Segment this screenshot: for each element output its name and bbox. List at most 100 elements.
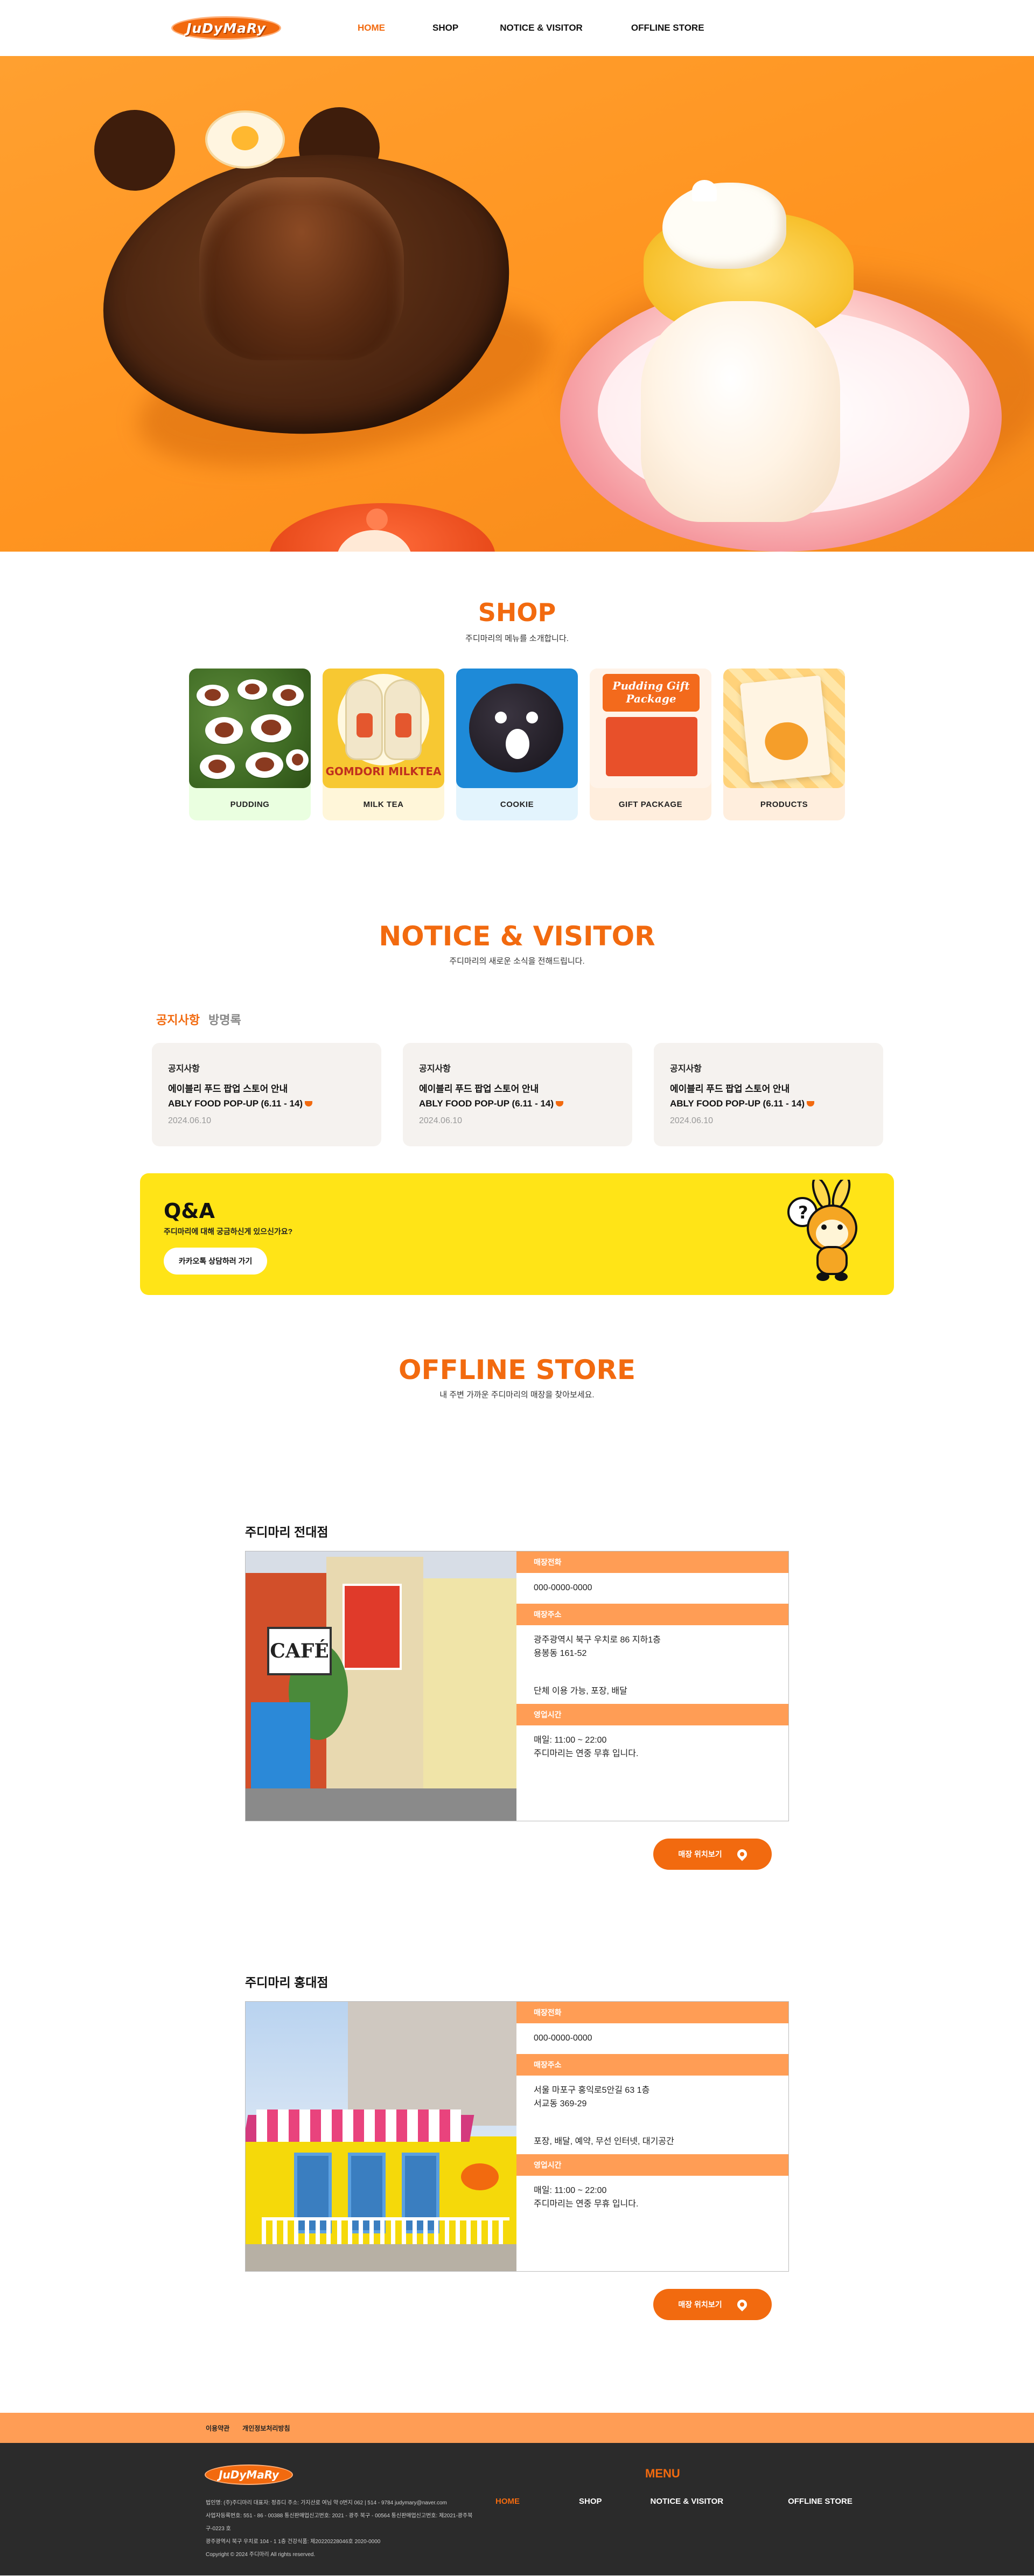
notice-headline-text: ABLY FOOD POP-UP (6.11 - 14): [168, 1098, 303, 1109]
notice-title: NOTICE & VISITOR: [379, 921, 655, 952]
store-services: 단체 이용 가능, 포장, 배달: [534, 1687, 627, 1696]
main-nav: HOME SHOP NOTICE & VISITOR OFFLINE STORE: [358, 23, 704, 33]
dish: [237, 679, 267, 700]
info-header-phone: 매장전화: [516, 1551, 788, 1573]
notice-headline: 에이블리 푸드 팝업 스토어 안내: [168, 1084, 288, 1094]
store-hours: 매일: 11:00 ~ 22:00 주디마리는 연중 무휴 입니다.: [516, 1725, 788, 1770]
tab-guestbook[interactable]: 방명록: [208, 1011, 241, 1028]
gift-box: [606, 717, 697, 776]
cookie-mouth: [506, 729, 529, 759]
shop-card-label: PUDDING: [230, 799, 270, 809]
company-info: 법인명: (주)주디마리 대표자: 정쥬디 주소: 가지산로 여님 약 0번지 …: [206, 2497, 486, 2561]
cookie-image: [456, 669, 578, 788]
shop-card-cookie[interactable]: COOKIE: [456, 669, 578, 820]
shop-card-label: PRODUCTS: [760, 799, 808, 809]
figure-hair: [366, 509, 388, 530]
footer-links-bar: 이용약관 개인정보처리방침: [0, 2413, 1034, 2443]
notice-card[interactable]: 공지사항 에이블리 푸드 팝업 스토어 안내 ABLY FOOD POP-UP …: [152, 1043, 381, 1146]
shop-card-pudding[interactable]: PUDDING: [189, 669, 311, 820]
cat-ear: [692, 180, 717, 201]
notice-card[interactable]: 공지사항 에이블리 푸드 팝업 스토어 안내 ABLY FOOD POP-UP …: [403, 1043, 632, 1146]
store-hongdae: 주디마리 홍대점 매장전화 000-0000-0000 매장주소 서울 마포구 …: [245, 1972, 789, 2320]
footer-logo[interactable]: JuDyMaRy: [205, 2464, 293, 2485]
photo-building: [423, 1578, 516, 1821]
nav-shop[interactable]: SHOP: [432, 23, 458, 33]
photo-fence: [262, 2217, 509, 2244]
site-header: JuDyMaRy HOME SHOP NOTICE & VISITOR OFFL…: [0, 0, 1034, 56]
tab-notice[interactable]: 공지사항: [156, 1011, 200, 1028]
cookie-ball: [469, 684, 563, 772]
photo-logo-sign: [461, 2163, 499, 2190]
terms-link[interactable]: 이용약관: [206, 2424, 229, 2433]
shop-card-products[interactable]: PRODUCTS: [723, 669, 845, 820]
footer-nav: HOME SHOP NOTICE & VISITOR OFFLINE STORE: [495, 2497, 853, 2506]
info-header-hours: 영업시간: [516, 2154, 788, 2176]
pudding-image: [189, 669, 311, 788]
privacy-link[interactable]: 개인정보처리방침: [242, 2424, 290, 2433]
dish: [286, 749, 309, 771]
store-phone: 000-0000-0000: [534, 2034, 592, 2043]
shop-card-label: GIFT PACKAGE: [618, 799, 683, 809]
shop-title: SHOP: [478, 598, 556, 627]
store-photo: [246, 2002, 516, 2271]
hours-line: 매일: 11:00 ~ 22:00: [534, 1735, 607, 1745]
cat-cream-decoration: [662, 183, 786, 269]
milk-tea-bottle: [384, 679, 422, 760]
notice-list: 공지사항 에이블리 푸드 팝업 스토어 안내 ABLY FOOD POP-UP …: [152, 1043, 1034, 1146]
notice-headline-text: ABLY FOOD POP-UP (6.11 - 14): [419, 1098, 554, 1109]
site-footer: JuDyMaRy 법인명: (주)주디마리 대표자: 정쥬디 주소: 가지산로 …: [0, 2443, 1034, 2575]
button-label: 매장 위치보기: [678, 2300, 722, 2309]
footer-nav-shop[interactable]: SHOP: [579, 2497, 602, 2506]
store-location-button[interactable]: 매장 위치보기: [653, 1839, 772, 1870]
store-services: 포장, 배달, 예약, 무선 인터넷, 대기공간: [534, 2137, 674, 2147]
store-info: 매장전화 000-0000-0000 매장주소 광주광역시 북구 우치로 86 …: [516, 1551, 788, 1821]
kakao-consult-button[interactable]: 카카오톡 상담하러 가기: [164, 1248, 267, 1275]
notice-headline: 에이블리 푸드 팝업 스토어 안내: [670, 1084, 790, 1094]
store-card: 매장전화 000-0000-0000 매장주소 서울 마포구 홍익로5안길 63…: [245, 2001, 789, 2272]
notice-category: 공지사항: [670, 1064, 702, 1074]
button-label: 매장 위치보기: [678, 1850, 722, 1858]
nav-offline-store[interactable]: OFFLINE STORE: [631, 23, 704, 33]
bowl-icon: [556, 1101, 564, 1107]
company-info-line: 법인명: (주)주디마리 대표자: 정쥬디 주소: 가지산로 여님 약 0번지 …: [206, 2500, 447, 2506]
bear-bowl-ear: [94, 110, 175, 191]
notice-category: 공지사항: [168, 1064, 200, 1074]
dish: [246, 752, 283, 778]
notice-date: 2024.06.10: [168, 1116, 212, 1126]
notice-date: 2024.06.10: [419, 1116, 463, 1126]
store-location-button[interactable]: 매장 위치보기: [653, 2289, 772, 2320]
notice-card[interactable]: 공지사항 에이블리 푸드 팝업 스토어 안내 ABLY FOOD POP-UP …: [654, 1043, 883, 1146]
footer-nav-home[interactable]: HOME: [495, 2497, 520, 2506]
chocolate-pudding: [199, 177, 404, 360]
notice-tabs: 공지사항 방명록: [156, 1011, 1034, 1028]
footer-nav-notice-visitor[interactable]: NOTICE & VISITOR: [651, 2497, 724, 2506]
nav-home[interactable]: HOME: [358, 23, 385, 33]
notice-section: NOTICE & VISITOR 주디마리의 새로운 소식을 전해드립니다. 공…: [0, 921, 1034, 1295]
notice-category: 공지사항: [419, 1064, 451, 1074]
shop-card-milk-tea[interactable]: GOMDORI MILKTEA MILK TEA: [323, 669, 444, 820]
rabbit-mascot-icon: ?: [787, 1180, 857, 1281]
photo-road: [246, 1788, 516, 1821]
copyright: Copyright © 2024 주디마리 All rights reserve…: [206, 2552, 316, 2558]
footer-nav-offline-store[interactable]: OFFLINE STORE: [788, 2497, 853, 2506]
notice-headline-2: ABLY FOOD POP-UP (6.11 - 14): [419, 1096, 616, 1111]
logo[interactable]: JuDyMaRy: [171, 16, 281, 40]
address-line: 용봉동 161-52: [534, 1648, 587, 1658]
address-line: 광주광역시 북구 우치로 86 지하1층: [534, 1635, 661, 1645]
holiday-line: 주디마리는 연중 무휴 입니다.: [534, 2199, 639, 2209]
nav-notice-visitor[interactable]: NOTICE & VISITOR: [500, 23, 583, 33]
bowl-icon: [807, 1101, 815, 1107]
photo-sign: [343, 1584, 402, 1670]
dish: [251, 714, 291, 742]
shop-card-gift-package[interactable]: Pudding Gift Package GIFT PACKAGE: [590, 669, 711, 820]
milk-pudding: [641, 301, 840, 522]
products-image: [723, 669, 845, 788]
notice-headline-text: ABLY FOOD POP-UP (6.11 - 14): [670, 1098, 805, 1109]
product-pack: [739, 675, 831, 783]
store-name: 주디마리 전대점: [245, 1525, 329, 1539]
photo-building: [348, 2002, 516, 2126]
milk-tea-art-text: GOMDORI MILKTEA: [325, 765, 442, 778]
store-photo: CAFÉ: [246, 1551, 516, 1821]
notice-headline-2: ABLY FOOD POP-UP (6.11 - 14): [670, 1096, 867, 1111]
notice-headline: 에이블리 푸드 팝업 스토어 안내: [419, 1084, 539, 1094]
